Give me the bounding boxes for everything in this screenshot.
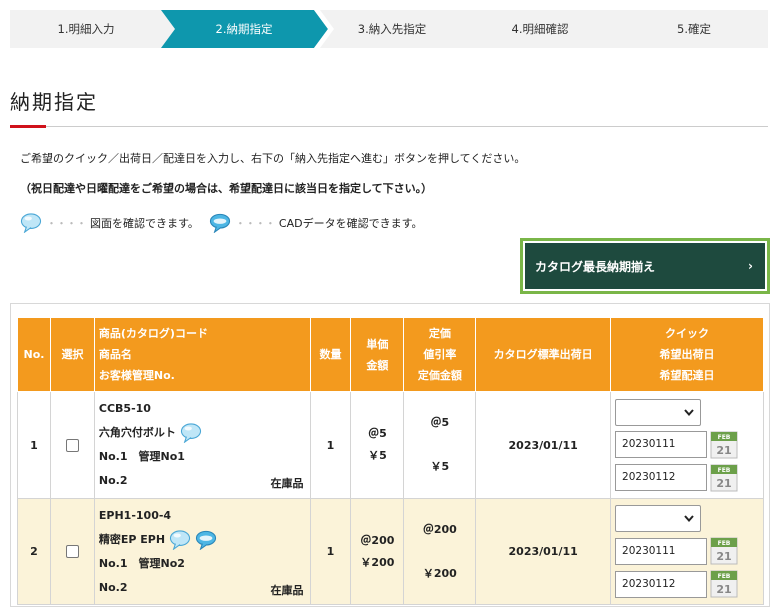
unit-price: ＠200 xyxy=(360,533,395,547)
product-code: CCB5-10 xyxy=(98,402,151,415)
table-row: 2 EPH1-100-4 精密EP EPH No.1 管理No2 No.2 在庫… xyxy=(17,498,764,605)
calendar-icon[interactable] xyxy=(710,537,738,565)
header-customer-mgmt-no: お客様管理No. xyxy=(98,369,175,382)
table-row: 1 CCB5-10 六角穴付ボルト No.1 管理No1 No.2 在庫品 1 xyxy=(17,391,764,499)
desired-ship-date-input[interactable]: 20230111 xyxy=(615,537,708,565)
drawing-bubble-icon[interactable] xyxy=(180,423,202,443)
icon-legend: ・・・・ 図面を確認できます。 ・・・・ CADデータを確認できます。 xyxy=(20,212,422,234)
title-accent-bar xyxy=(10,125,46,128)
chevron-down-icon xyxy=(684,408,694,416)
calendar-icon[interactable] xyxy=(710,431,738,459)
legend-dots: ・・・・ xyxy=(46,217,87,230)
drawing-bubble-icon[interactable] xyxy=(169,530,191,550)
stock-status: 在庫品 xyxy=(270,583,304,597)
legend-drawing-text: 図面を確認できます。 xyxy=(90,217,199,230)
header-quick-label: クイック xyxy=(665,327,710,340)
calendar-icon[interactable] xyxy=(710,464,738,492)
header-desired-delivery: 希望配達日 xyxy=(659,369,715,382)
step-5: 5.確定 xyxy=(677,22,711,36)
product-name: 精密EP EPH xyxy=(98,532,166,546)
step-3: 3.納入先指定 xyxy=(357,22,427,36)
title-divider xyxy=(10,126,768,127)
legend-dots: ・・・・ xyxy=(234,217,276,230)
list-price: ＠5 xyxy=(430,416,450,429)
header-list-price-label: 定価 xyxy=(428,327,451,340)
order-items-table: No. 選択 商品(カタログ)コード 商品名 お客様管理No. 数量 単価 金額… xyxy=(17,317,764,605)
select-checkbox[interactable] xyxy=(65,438,79,452)
header-quick: クイック 希望出荷日 希望配達日 xyxy=(610,317,764,392)
step-1: 1.明細入力 xyxy=(57,22,115,36)
catalog-max-lead-time-button[interactable]: カタログ最長納期揃え › xyxy=(520,238,770,294)
header-product: 商品(カタログ)コード 商品名 お客様管理No. xyxy=(93,317,311,392)
chevron-down-icon xyxy=(684,515,694,522)
step-2-active: 2.納期指定 xyxy=(215,22,273,36)
list-amount: ￥5 xyxy=(430,460,450,473)
desired-delivery-date-input[interactable]: 20230112 xyxy=(615,464,708,491)
header-desired-ship: 希望出荷日 xyxy=(659,348,715,361)
holiday-notice: （祝日配達や日曜配達をご希望の場合は、希望配達日に該当日を指定して下さい。） xyxy=(20,182,433,195)
chevron-right-icon: › xyxy=(748,259,753,273)
order-table-container: No. 選択 商品(カタログ)コード 商品名 お客様管理No. 数量 単価 金額… xyxy=(10,303,770,607)
step-4: 4.明細確認 xyxy=(511,22,569,36)
header-ship-date: カタログ標準出荷日 xyxy=(475,317,612,392)
desired-delivery-date-input[interactable]: 20230112 xyxy=(615,570,708,598)
header-unit-price: 単価 xyxy=(366,337,389,351)
cad-bubble-icon[interactable] xyxy=(195,530,217,550)
header-price: 単価 金額 xyxy=(350,317,405,392)
cad-bubble-icon xyxy=(209,213,231,233)
table-header-row: No. 選択 商品(カタログ)コード 商品名 お客様管理No. 数量 単価 金額… xyxy=(17,317,764,392)
product-code: EPH1-100-4 xyxy=(98,508,172,522)
desired-ship-date-input[interactable]: 20230111 xyxy=(615,431,708,458)
header-no: No. xyxy=(17,317,51,392)
amount: ￥5 xyxy=(368,449,387,462)
quantity: 1 xyxy=(309,391,352,499)
product-cell: EPH1-100-4 精密EP EPH No.1 管理No2 No.2 在庫品 xyxy=(93,498,311,605)
progress-steps: 1.明細入力 2.納期指定 3.納入先指定 4.明細確認 5.確定 xyxy=(10,10,768,48)
product-name: 六角穴付ボルト xyxy=(98,426,176,439)
row-no: 1 xyxy=(17,391,51,499)
page-title: 納期指定 xyxy=(10,90,98,114)
catalog-button-label: カタログ最長納期揃え xyxy=(535,259,656,274)
header-select: 選択 xyxy=(49,317,95,392)
header-qty: 数量 xyxy=(309,317,352,392)
select-checkbox[interactable] xyxy=(65,545,79,559)
amount: ￥200 xyxy=(360,555,395,569)
header-product-name: 商品名 xyxy=(98,348,132,361)
header-amount: 金額 xyxy=(366,358,389,372)
customer-mgmt-no-1: No.1 管理No2 xyxy=(98,556,185,570)
quantity: 1 xyxy=(309,498,352,605)
unit-price: ＠5 xyxy=(368,427,387,440)
stock-status: 在庫品 xyxy=(270,477,304,490)
customer-mgmt-no-1: No.1 管理No1 xyxy=(98,450,185,463)
calendar-icon[interactable] xyxy=(710,570,738,598)
list-amount: ￥200 xyxy=(422,566,457,580)
catalog-ship-date: 2023/01/11 xyxy=(475,391,612,499)
list-price: ＠200 xyxy=(422,522,457,536)
catalog-ship-date: 2023/01/11 xyxy=(475,498,612,605)
instruction-text: ご希望のクイック／出荷日／配達日を入力し、右下の「納入先指定へ進む」ボタンを押し… xyxy=(20,152,526,165)
quick-select[interactable] xyxy=(615,398,702,426)
drawing-bubble-icon xyxy=(20,213,42,233)
legend-cad-text: CADデータを確認できます。 xyxy=(278,217,423,230)
header-list-price: 定価 値引率 定価金額 xyxy=(403,317,477,392)
row-no: 2 xyxy=(17,498,51,605)
header-product-code: 商品(カタログ)コード xyxy=(98,327,208,340)
header-list-amount: 定価金額 xyxy=(417,369,462,382)
quick-select[interactable] xyxy=(615,505,702,532)
header-discount-rate: 値引率 xyxy=(423,348,457,361)
product-cell: CCB5-10 六角穴付ボルト No.1 管理No1 No.2 在庫品 xyxy=(93,391,311,499)
